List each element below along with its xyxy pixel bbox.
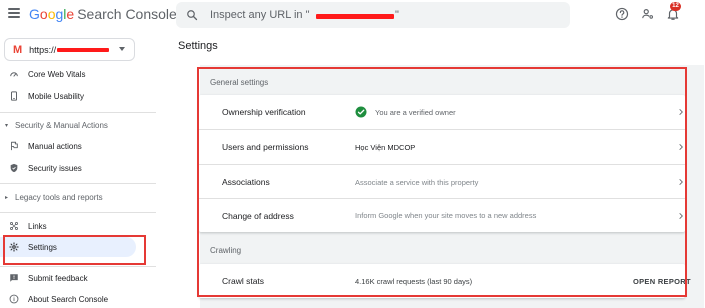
sidebar: M https:// Core Web Vitals Mobile Usabil… [0,30,160,308]
annotation-highlight-settings-panel [197,67,687,297]
property-favicon: M [13,43,23,56]
sidebar-item-submit-feedback[interactable]: Submit feedback [0,268,136,288]
menu-icon[interactable] [8,8,20,18]
shield-icon [10,163,18,173]
expand-arrow-icon: ▸ [5,194,9,201]
url-inspection-search[interactable]: " [176,2,570,28]
search-input[interactable] [210,9,314,21]
expand-arrow-icon: ▾ [5,122,9,129]
speedometer-icon [10,72,18,77]
sidebar-item-label: Submit feedback [28,273,88,283]
top-bar: GoogleSearch Console " 12 [0,0,705,30]
divider [0,183,156,184]
section-security-manual-actions[interactable]: ▾ Security & Manual Actions [0,117,150,133]
product-name: Search Console [77,6,177,22]
sidebar-item-label: Mobile Usability [28,91,85,101]
logo-letter: G [29,6,40,22]
manage-users-icon[interactable] [641,7,655,21]
sidebar-item-about-search-console[interactable]: About Search Console [0,289,136,308]
redacted-property [57,47,110,52]
links-icon [10,222,18,230]
chevron-down-icon [119,47,125,51]
search-console-app: GoogleSearch Console " 12 M https:// Cor… [0,0,705,308]
feedback-icon [10,274,18,282]
info-icon [9,294,19,304]
section-label: Security & Manual Actions [15,120,108,130]
section-label: Legacy tools and reports [15,192,103,202]
sidebar-item-manual-actions[interactable]: Manual actions [0,136,136,156]
divider [0,212,156,213]
logo-letter: o [39,6,48,22]
property-url: https:// [29,44,57,55]
phone-icon [11,91,17,101]
flag-icon [11,141,18,151]
property-selector[interactable]: M https:// [4,38,135,61]
sidebar-item-label: About Search Console [28,294,109,304]
quote-mark: " [395,9,399,21]
sidebar-item-security-issues[interactable]: Security issues [0,158,136,178]
divider [0,266,156,267]
search-icon [187,10,198,21]
sidebar-item-mobile-usability[interactable]: Mobile Usability [0,86,136,106]
notification-badge: 12 [670,2,681,11]
sidebar-item-label: Core Web Vitals [28,69,86,79]
sidebar-item-links[interactable]: Links [0,216,136,236]
logo-letter: e [66,6,75,22]
redacted-url [316,13,394,19]
sidebar-item-label: Manual actions [28,141,82,151]
section-legacy-tools[interactable]: ▸ Legacy tools and reports [0,189,150,205]
sidebar-item-label: Links [28,221,47,231]
product-logo[interactable]: Google Search Console [29,6,177,22]
annotation-highlight-settings [3,235,146,265]
sidebar-item-label: Security issues [28,163,82,173]
help-icon[interactable] [615,7,629,21]
sidebar-item-core-web-vitals[interactable]: Core Web Vitals [0,64,136,84]
page-title: Settings [178,40,218,52]
divider [0,112,156,113]
